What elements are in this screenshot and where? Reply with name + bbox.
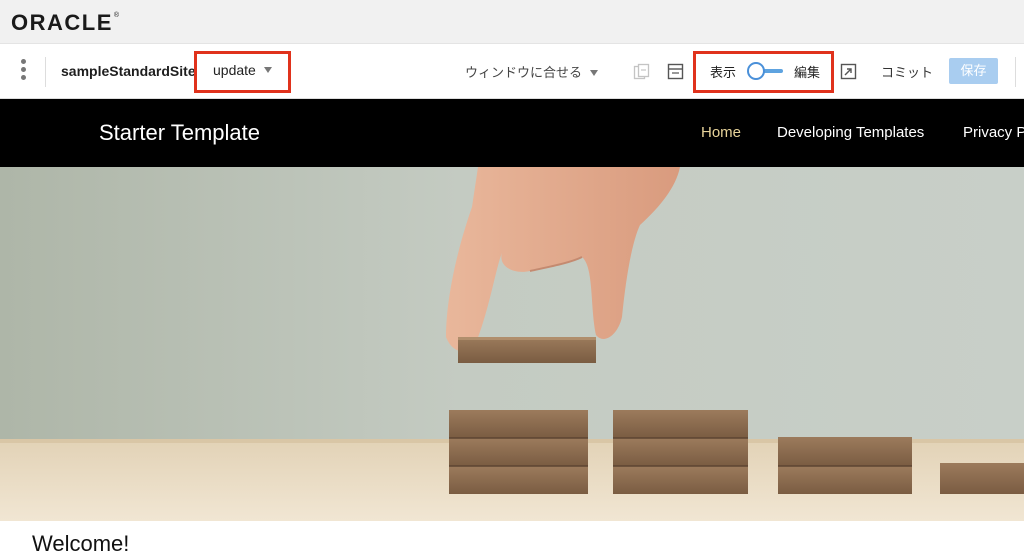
nav-item-privacy[interactable]: Privacy P (963, 124, 1024, 141)
layout-icon[interactable] (667, 63, 684, 80)
edit-mode-label: 編集 (794, 65, 821, 80)
kebab-menu-icon[interactable] (16, 59, 30, 85)
edit-mode-toggle[interactable] (747, 61, 783, 81)
fit-window-select[interactable]: ウィンドウに合せる (465, 62, 599, 81)
update-select[interactable]: update (213, 62, 272, 78)
welcome-heading: Welcome! (32, 531, 130, 556)
save-button[interactable]: 保存 (949, 58, 998, 84)
oracle-logo: ORACLE® (11, 10, 120, 35)
toolbar-divider (45, 57, 46, 87)
commit-button[interactable]: コミット (881, 62, 933, 81)
site-navbar: Starter Template Home Developing Templat… (0, 99, 1024, 167)
page-properties-icon[interactable] (633, 63, 650, 80)
site-editor-toolbar: sampleStandardSite update ウィンドウに合せる 表示 編… (0, 44, 1024, 99)
chevron-down-icon (263, 67, 272, 74)
open-preview-icon[interactable] (840, 63, 857, 80)
view-mode-label: 表示 (710, 65, 737, 80)
oracle-header: ORACLE® (0, 0, 1024, 44)
nav-item-home[interactable]: Home (701, 124, 741, 141)
site-name: sampleStandardSite (61, 63, 196, 79)
nav-item-developing-templates[interactable]: Developing Templates (777, 124, 924, 141)
hero-image (0, 167, 1024, 521)
toolbar-divider (1015, 57, 1016, 87)
site-title[interactable]: Starter Template (99, 120, 260, 146)
chevron-down-icon (590, 69, 599, 76)
